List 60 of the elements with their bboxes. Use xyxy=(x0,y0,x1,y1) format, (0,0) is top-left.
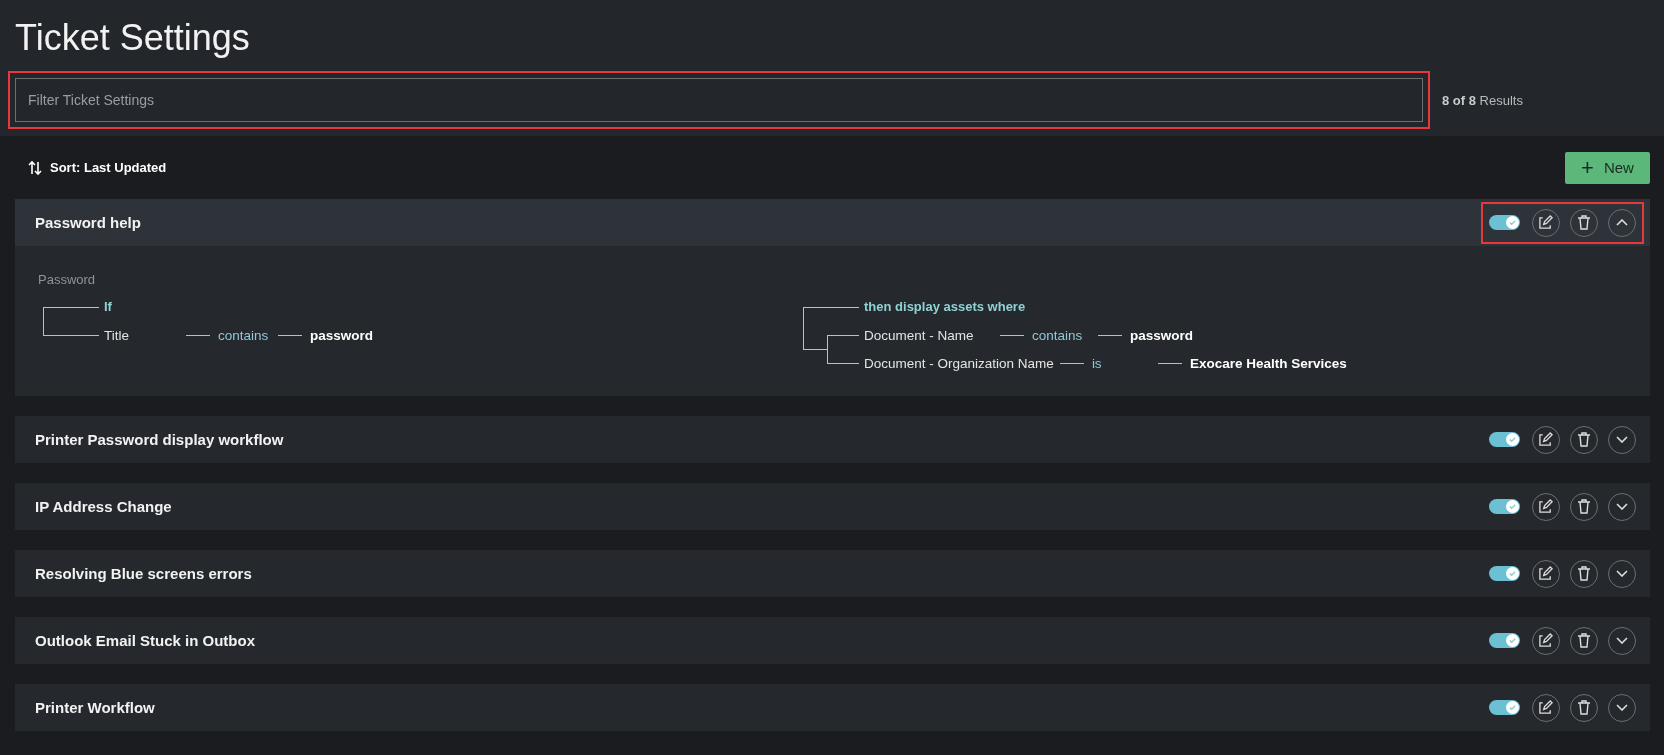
rule-name: Resolving Blue screens errors xyxy=(35,565,252,582)
trash-icon xyxy=(1577,499,1591,514)
rule-header[interactable]: Password help xyxy=(15,199,1650,246)
chevron-down-icon xyxy=(1616,570,1628,577)
chevron-down-icon xyxy=(1616,704,1628,711)
rule-label: Password xyxy=(38,272,97,287)
chevron-down-icon xyxy=(1616,637,1628,644)
check-icon xyxy=(1508,502,1517,511)
trash-icon xyxy=(1577,700,1591,715)
toggle-switch[interactable] xyxy=(1489,215,1520,230)
pencil-icon xyxy=(1538,215,1554,230)
rule-header[interactable]: Outlook Email Stuck in Outbox xyxy=(15,617,1650,664)
pencil-icon xyxy=(1538,700,1554,715)
rule-name: IP Address Change xyxy=(35,498,172,515)
chevron-down-icon xyxy=(1616,503,1628,510)
rule-name: Password help xyxy=(35,214,141,231)
trash-icon xyxy=(1577,215,1591,230)
trash-icon xyxy=(1577,566,1591,581)
rule-name: Outlook Email Stuck in Outbox xyxy=(35,632,256,649)
pencil-icon xyxy=(1538,633,1554,648)
condition-field: Document - Organization Name xyxy=(864,355,1054,371)
filter-field[interactable]: Filter Ticket Settings xyxy=(15,78,1423,122)
condition-value: Exocare Health Services xyxy=(1189,355,1347,371)
results-count: 8 of 8 Results xyxy=(1442,92,1523,108)
condition-heading: then display assets where xyxy=(864,298,1027,316)
condition-value: password xyxy=(1130,327,1194,343)
pencil-icon xyxy=(1538,499,1554,514)
check-icon xyxy=(1508,435,1517,444)
toggle-switch[interactable] xyxy=(1489,700,1520,715)
condition-operator: contains xyxy=(218,327,270,343)
rule-header[interactable]: Resolving Blue screens errors xyxy=(15,550,1650,597)
chevron-up-icon xyxy=(1616,219,1628,226)
trash-icon xyxy=(1577,633,1591,648)
sort-icon[interactable] xyxy=(27,159,43,176)
check-icon xyxy=(1508,636,1517,645)
toggle-switch[interactable] xyxy=(1489,633,1520,648)
new-button[interactable]: + New xyxy=(1565,151,1650,184)
check-icon xyxy=(1508,218,1517,227)
condition-heading: If xyxy=(104,298,113,316)
page-title: Ticket Settings xyxy=(15,16,251,60)
sort-label[interactable]: Sort: Last Updated xyxy=(50,160,167,175)
check-icon xyxy=(1508,569,1517,578)
condition-field: Document - Name xyxy=(864,327,995,343)
rule-header[interactable]: IP Address Change xyxy=(15,483,1650,530)
chevron-down-icon xyxy=(1616,436,1628,443)
condition-field: Title xyxy=(104,327,180,343)
condition-value: password xyxy=(310,327,374,343)
pencil-icon xyxy=(1538,432,1554,447)
toggle-switch[interactable] xyxy=(1489,499,1520,514)
check-icon xyxy=(1508,703,1517,712)
toggle-switch[interactable] xyxy=(1489,566,1520,581)
pencil-icon xyxy=(1538,566,1554,581)
trash-icon xyxy=(1577,432,1591,447)
rule-name: Printer Workflow xyxy=(35,699,155,716)
rule-header[interactable]: Printer Password display workflow xyxy=(15,416,1650,463)
rule-header[interactable]: Printer Workflow xyxy=(15,684,1650,731)
condition-operator: contains xyxy=(1032,327,1084,343)
toggle-switch[interactable] xyxy=(1489,432,1520,447)
condition-operator: is xyxy=(1091,355,1103,371)
rule-name: Printer Password display workflow xyxy=(35,431,284,448)
